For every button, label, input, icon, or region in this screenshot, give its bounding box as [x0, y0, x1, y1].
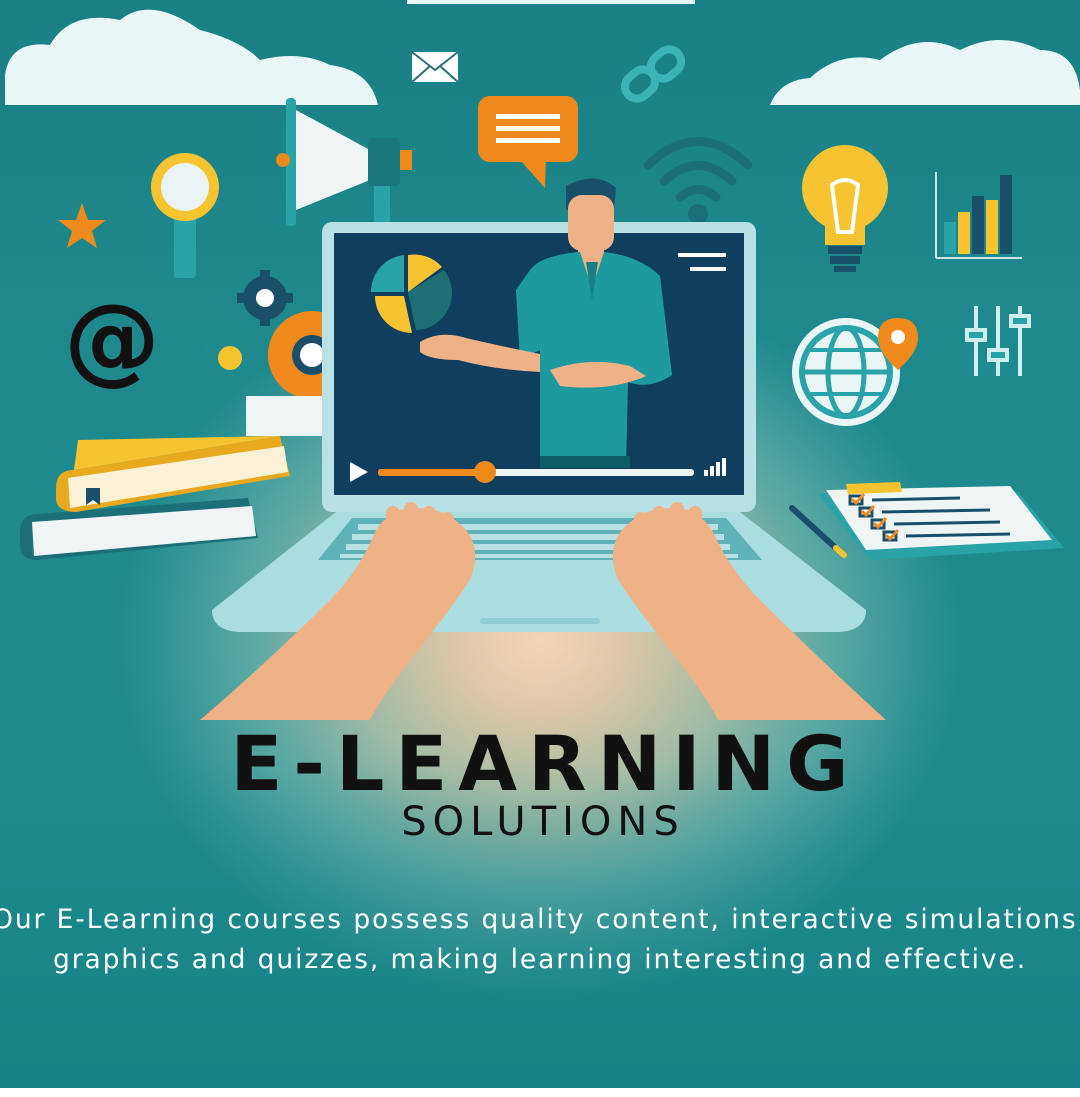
globe-location-icon: [792, 318, 918, 426]
cloud-right: [770, 40, 1080, 105]
envelope-icon: [411, 51, 459, 83]
description: Our E-Learning courses possess quality c…: [0, 900, 1080, 980]
poster: @ E-LEARNING SOLUTIONS Our E-Learning co…: [0, 0, 1080, 1088]
description-line: Our E-Learning courses possess quality c…: [0, 904, 1080, 935]
link-icon: [620, 45, 686, 103]
screen-menu-line: [678, 253, 726, 257]
screen-menu-line: [690, 267, 726, 271]
at-sign-icon: @: [64, 283, 160, 395]
checklist-clipboard-icon: [818, 482, 1064, 560]
books-icon: [20, 436, 290, 560]
bar-chart-icon: [935, 172, 1022, 259]
progress-thumb: [474, 461, 496, 483]
wifi-icon: [643, 137, 753, 202]
description-line: graphics and quizzes, making learning in…: [52, 944, 1028, 975]
top-bar: [407, 0, 695, 4]
magnifier-icon: [151, 153, 219, 278]
star-icon: [58, 203, 106, 248]
progress-fill: [378, 469, 485, 476]
chat-bubble-icon: [478, 96, 578, 188]
subtitle: SOLUTIONS: [401, 799, 685, 845]
lightbulb-icon: [802, 145, 888, 272]
cloud-left: [5, 9, 378, 105]
sliders-icon: [965, 306, 1031, 376]
megaphone-icon: [276, 98, 412, 226]
